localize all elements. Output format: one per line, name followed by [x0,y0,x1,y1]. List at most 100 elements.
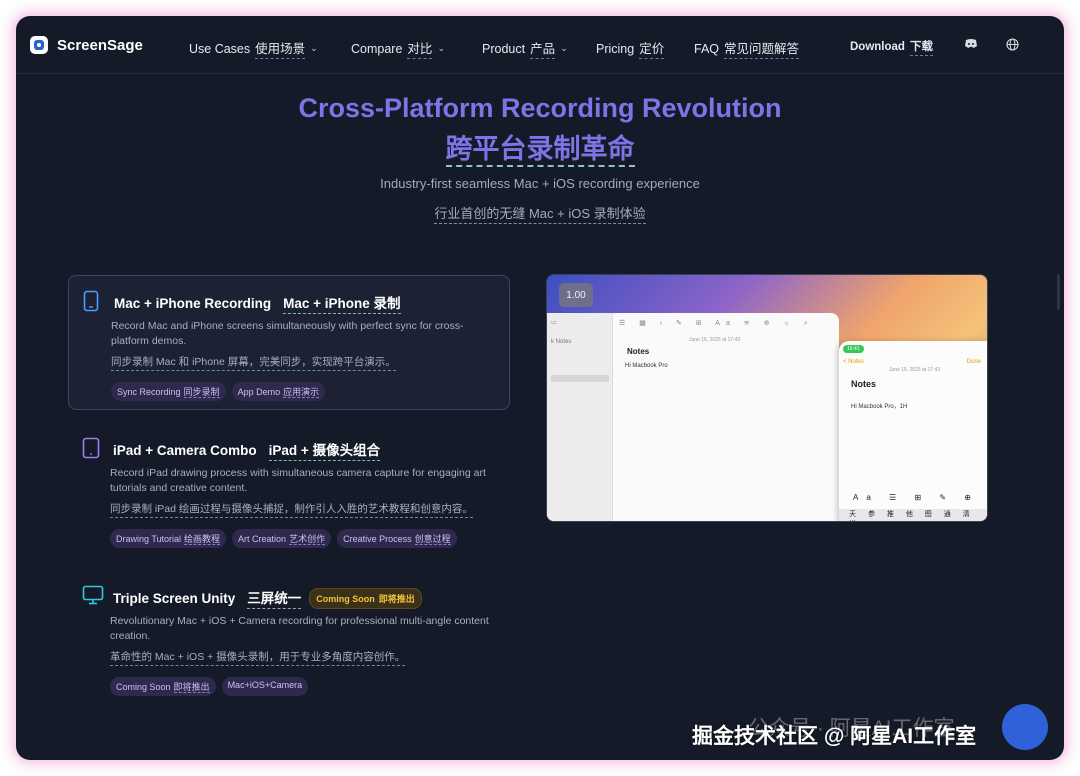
app-window: ScreenSage Use Cases 使用场景 ⌄ Compare 对比 ⌄… [16,16,1064,760]
tag-label: Drawing Tutorial [116,534,182,544]
feature-desc-en: Record iPad drawing process with simulta… [110,467,486,494]
iphone-done-button: Done [966,359,981,365]
tag-label: App Demo [237,387,281,397]
mac-note-text: Hi Macbook Pro [625,363,668,369]
feature-ipad-camera[interactable]: iPad + Camera Combo iPad + 摄像头组合 Record … [68,423,510,558]
mac-note-date: June 16, 2025 at 17:43 [689,337,741,343]
nav-pricing[interactable]: Pricing 定价 [596,38,665,59]
feature-title: Mac + iPhone Recording Mac + iPhone 录制 [114,292,401,314]
nav-pricing-zh: 定价 [639,38,665,59]
iphone-note-title: Notes [851,379,877,389]
tag-label-zh: 绘画教程 [184,534,221,545]
sidebar-selected-row [551,375,609,382]
chevron-down-icon: ⌄ [310,43,318,53]
mac-notes-window: ▭ k Notes ☰ ▦ ‹ ✎ ⊞ Aa ≋ ⊕ ☼ ⌕ June 16, … [547,313,839,521]
zoom-level: 1.00 [559,283,593,307]
tag-label-zh: 创意过程 [414,534,451,545]
hero-subtitle-zh-text: 行业首创的无缝 Mac + iOS 录制体验 [434,206,646,224]
coming-soon-badge: Coming Soon 即将推出 [309,587,422,609]
tag: Mac+iOS+Camera [221,677,309,696]
feature-desc-zh-text: 革命性的 Mac + iOS + 摄像头录制，用于专业多角度内容创作。 [110,651,406,666]
preview-screenshot: 1.00 ▭ k Notes ☰ ▦ ‹ ✎ ⊞ Aa ≋ ⊕ ☼ ⌕ June… [546,274,988,522]
feature-title: Triple Screen Unity 三屏统一 Coming Soon 即将推出 [113,587,422,609]
iphone-note-date: June 16, 2025 at 17:43 [889,367,941,373]
screensage-logo-icon [30,36,48,54]
globe-icon[interactable] [1006,38,1019,54]
tag-label: Art Creation [238,534,287,544]
feature-title-zh: Mac + iPhone 录制 [283,292,401,314]
tag-label-zh: 即将推出 [173,682,210,693]
nav-faq-label: FAQ [694,41,720,56]
feature-title-zh: iPad + 摄像头组合 [268,439,381,461]
monitor-icon [82,585,104,610]
hero-title-en: Cross-Platform Recording Revolution [298,93,782,123]
nav-faq-zh: 常见问题解答 [724,38,800,59]
feature-title-zh: 三屏统一 [247,587,302,609]
feature-desc-zh: 同步录制 Mac 和 iPhone 屏幕，完美同步，实现跨平台演示。 [111,354,396,371]
tag: Drawing Tutorial 绘画教程 [110,529,227,548]
nav-product-label: Product [482,41,526,56]
chevron-down-icon: ⌄ [437,43,445,53]
tablet-icon [82,437,100,464]
tag-label-zh: 同步录制 [183,387,220,398]
nav-product-zh: 产品 [530,38,556,59]
tag: Creative Process 创意过程 [337,529,457,548]
tag: App Demo 应用演示 [231,382,326,401]
phone-icon [83,290,99,317]
tag-label-zh: 应用演示 [283,387,320,398]
badge-label-zh: 即将推出 [378,593,415,604]
nav-faq[interactable]: FAQ 常见问题解答 [694,38,800,59]
feature-desc-zh-text: 同步录制 iPad 绘画过程与摄像头捕捉，制作引人入胜的艺术教程和创意内容。 [110,503,473,518]
feature-mac-iphone[interactable]: Mac + iPhone Recording Mac + iPhone 录制 R… [68,275,510,410]
sidebar-icon: ▭ [551,320,557,326]
nav-compare-zh: 对比 [407,38,433,59]
feature-triple-screen[interactable]: Triple Screen Unity 三屏统一 Coming Soon 即将推出… [68,571,510,706]
iphone-keyboard-suggestions: 天 参 推 他 图 通 清 讲 [839,509,987,521]
watermark: 掘金技术社区 @ 阿星AI工作室 [692,725,977,748]
hero-subtitle-en: Industry-first seamless Mac + iOS record… [380,176,700,191]
feature-tags: Sync Recording 同步录制 App Demo 应用演示 [111,382,326,401]
tag: Sync Recording 同步录制 [111,382,226,401]
brand-logo[interactable]: ScreenSage [30,36,143,54]
nav-download-zh: 下载 [909,38,933,56]
chat-support-button[interactable] [1002,704,1048,750]
iphone-back-button: < Notes [843,359,864,365]
hero-subtitle-zh: 行业首创的无缝 Mac + iOS 录制体验 [16,203,1064,224]
tag-label: Sync Recording [117,387,181,397]
feature-title-en: iPad + Camera Combo [113,442,257,458]
tag-label: Coming Soon [116,682,171,692]
nav-download-label: Download [850,41,905,53]
feature-title-en: Triple Screen Unity [113,590,236,606]
nav-use-cases-zh: 使用场景 [255,38,306,59]
iphone-notes-screen: 16:41 < Notes Done June 16, 2025 at 17:4… [839,341,987,521]
tag-label: Creative Process [343,534,412,544]
mac-notes-toolbar: ☰ ▦ ‹ ✎ ⊞ Aa ≋ ⊕ ☼ ⌕ [619,320,814,327]
badge-label: Coming Soon [316,593,375,604]
nav-pricing-label: Pricing [596,41,635,56]
sidebar-row [551,351,553,357]
tag-label: Mac+iOS+Camera [227,680,303,690]
nav-compare-label: Compare [351,41,403,56]
feature-title-en: Mac + iPhone Recording [114,295,272,311]
iphone-format-toolbar: Aa ☰ ⊞ ✎ ⊕ [853,493,979,502]
scrollbar[interactable] [1057,274,1060,310]
top-nav: ScreenSage Use Cases 使用场景 ⌄ Compare 对比 ⌄… [16,16,1064,74]
nav-product[interactable]: Product 产品 ⌄ [482,38,568,59]
feature-desc-en: Revolutionary Mac + iOS + Camera recordi… [110,615,489,642]
hero-title-zh-text: 跨平台录制革命 [445,134,635,167]
tag: Art Creation 艺术创作 [232,529,332,548]
discord-icon[interactable] [964,38,978,52]
nav-use-cases[interactable]: Use Cases 使用场景 ⌄ [189,38,318,59]
tag: Coming Soon 即将推出 [110,677,216,696]
nav-compare[interactable]: Compare 对比 ⌄ [351,38,445,59]
feature-desc-zh: 革命性的 Mac + iOS + 摄像头录制，用于专业多角度内容创作。 [110,649,406,666]
feature-desc-zh: 同步录制 iPad 绘画过程与摄像头捕捉，制作引人入胜的艺术教程和创意内容。 [110,501,473,518]
mac-note-title: Notes [627,347,650,356]
feature-title: iPad + Camera Combo iPad + 摄像头组合 [113,439,381,461]
nav-use-cases-label: Use Cases [189,41,251,56]
feature-desc-en: Record Mac and iPhone screens simultaneo… [111,320,464,347]
nav-download[interactable]: Download 下载 [850,38,933,56]
feature-tags: Drawing Tutorial 绘画教程 Art Creation 艺术创作 Cr… [110,529,457,548]
chevron-down-icon: ⌄ [560,43,568,53]
feature-tags: Coming Soon 即将推出 Mac+iOS+Camera [110,677,309,696]
